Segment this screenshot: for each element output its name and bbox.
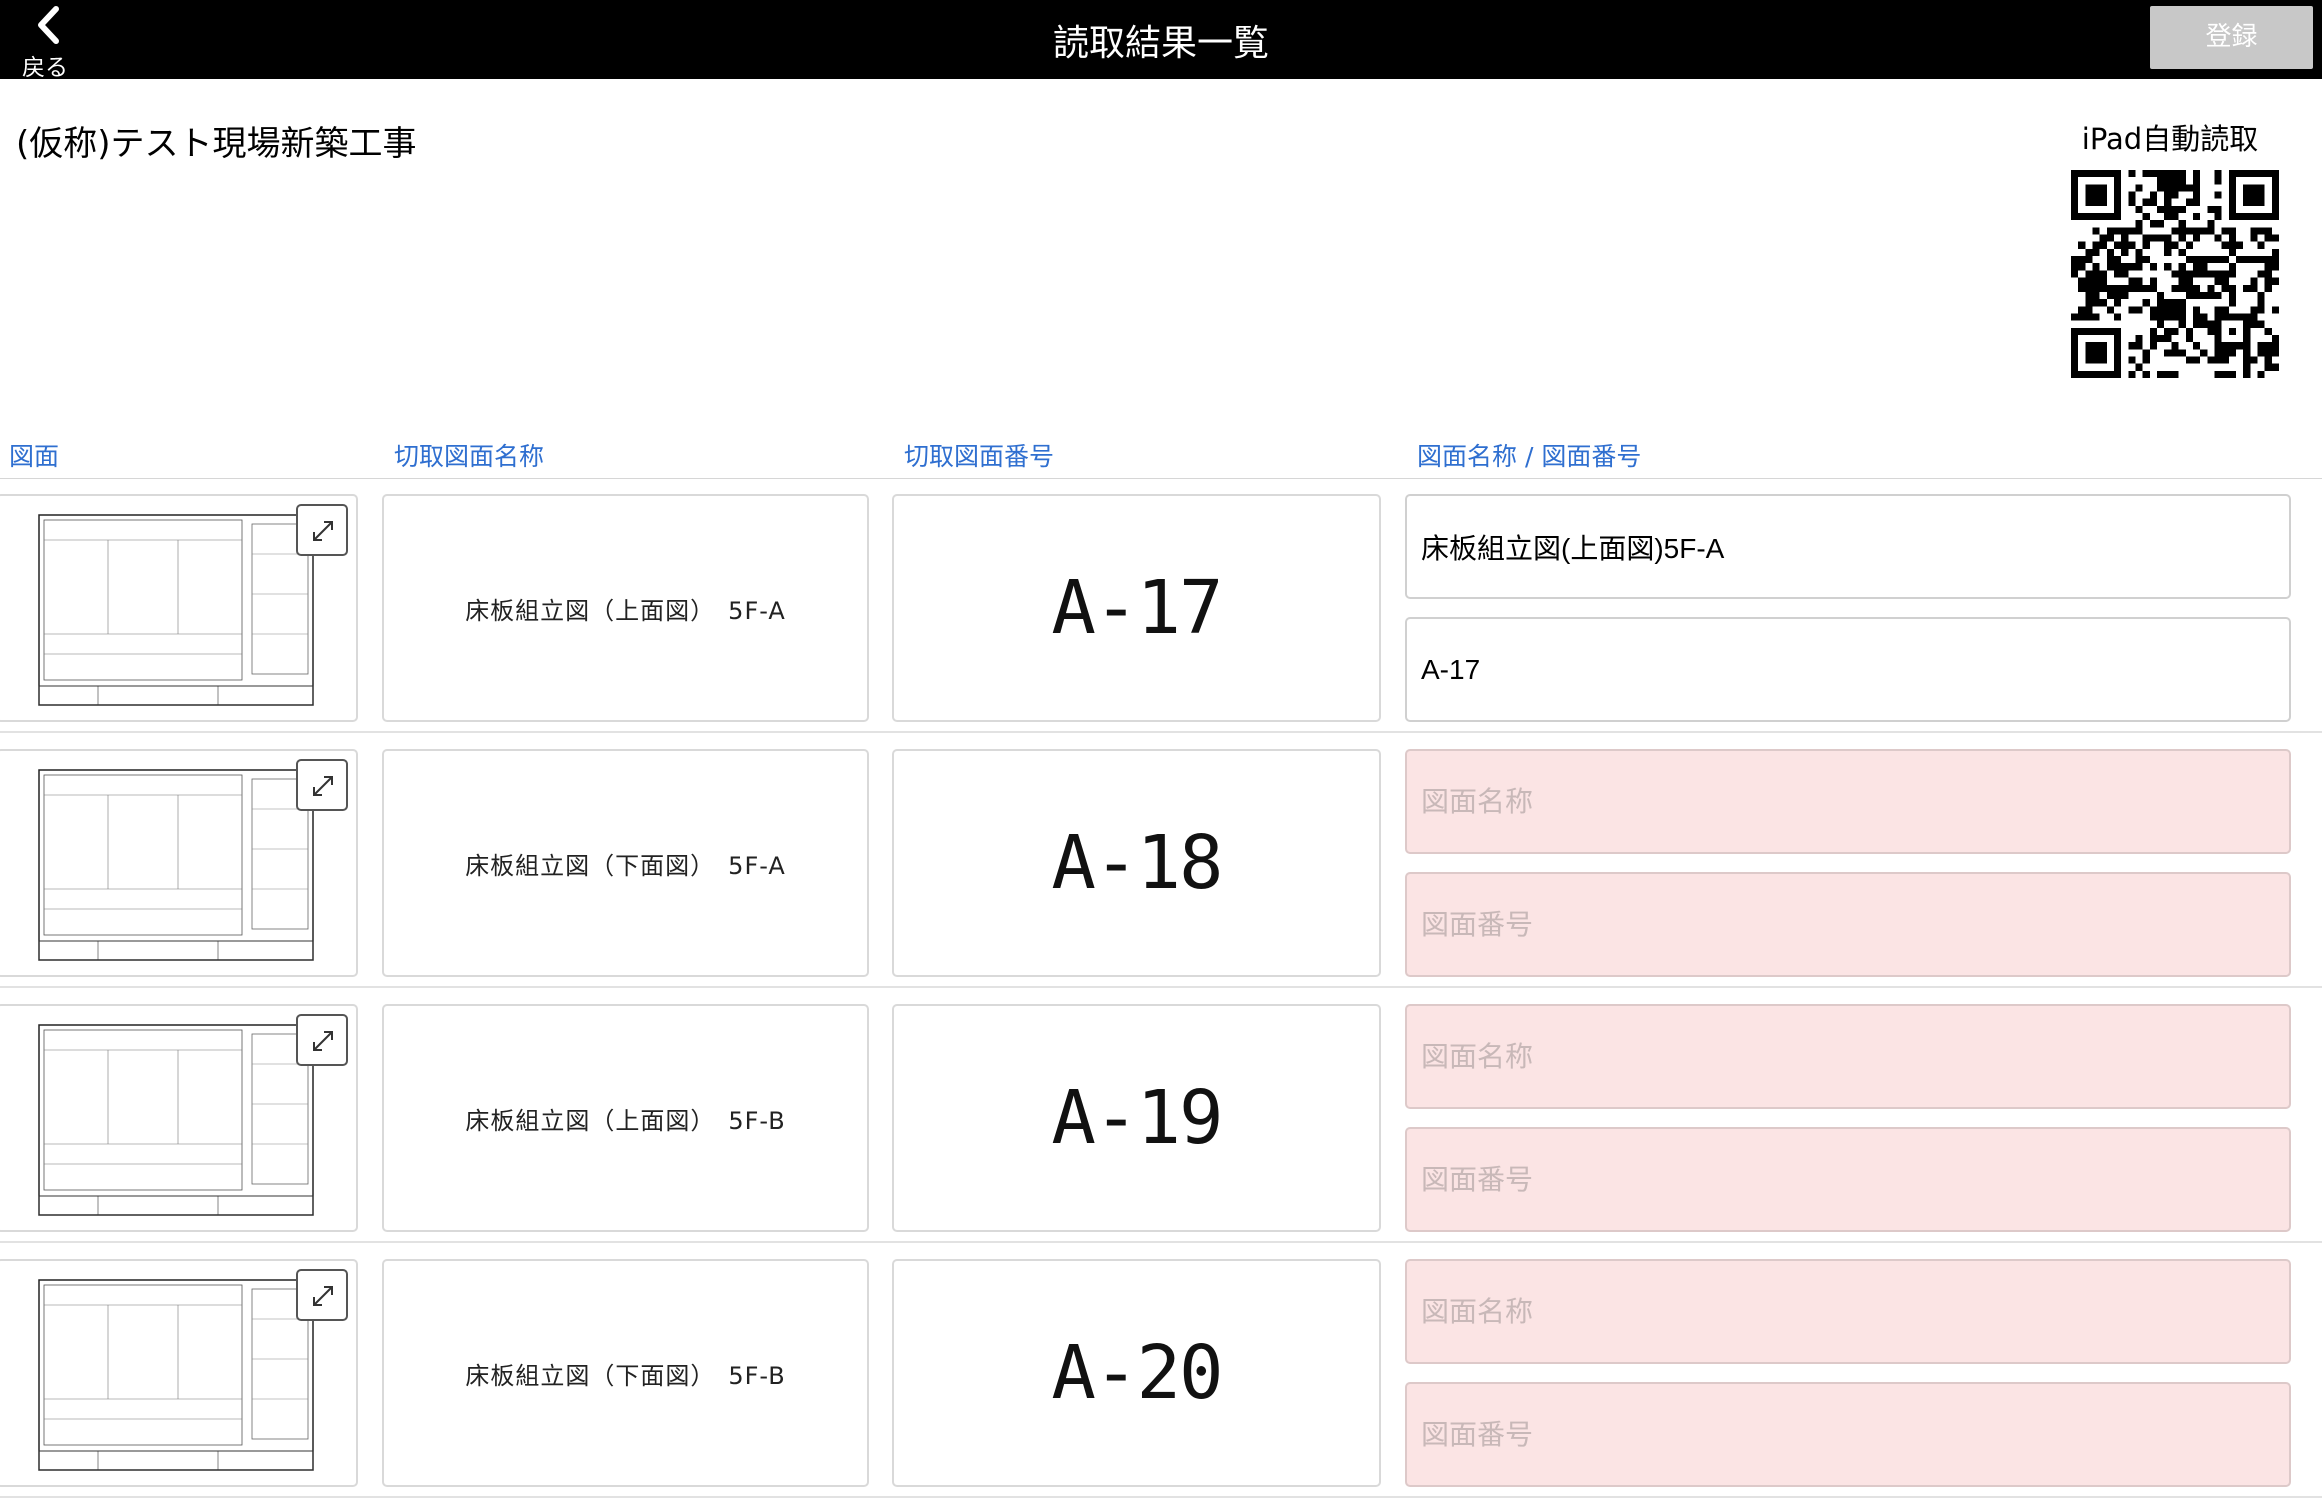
drawing-thumbnail-card[interactable] xyxy=(0,1004,358,1232)
expand-button[interactable] xyxy=(296,504,348,556)
cut-name-text: 床板組立図（下面図） 5F-B xyxy=(465,1361,786,1390)
cut-name-text: 床板組立図（上面図） 5F-A xyxy=(465,596,786,625)
cut-number-text: A-20 xyxy=(1051,1330,1223,1416)
expand-icon xyxy=(313,776,333,796)
drawing-thumbnail xyxy=(38,769,314,961)
expand-icon xyxy=(313,1286,333,1306)
cut-number-card: A-18 xyxy=(892,749,1381,977)
drawing-thumbnail xyxy=(38,1279,314,1471)
cut-number-text: A-19 xyxy=(1051,1075,1223,1161)
row-divider xyxy=(0,986,2322,988)
cut-name-card: 床板組立図（下面図） 5F-B xyxy=(382,1259,869,1487)
expand-button[interactable] xyxy=(296,1269,348,1321)
drawing-name-field[interactable] xyxy=(1405,749,2291,854)
qr-title: iPad自動読取 xyxy=(2081,122,2259,156)
expand-icon xyxy=(313,521,333,541)
drawing-thumbnail-card[interactable] xyxy=(0,494,358,722)
column-header-cut-number: 切取図面番号 xyxy=(904,442,1055,471)
drawing-thumbnail xyxy=(38,514,314,706)
cut-name-text: 床板組立図（上面図） 5F-B xyxy=(465,1106,786,1135)
column-header-cut-name: 切取図面名称 xyxy=(394,442,545,471)
qr-code[interactable] xyxy=(2071,170,2279,378)
cut-number-text: A-18 xyxy=(1051,820,1223,906)
expand-icon xyxy=(313,1031,333,1051)
expand-button[interactable] xyxy=(296,759,348,811)
drawing-thumbnail-card[interactable] xyxy=(0,1259,358,1487)
register-button[interactable]: 登録 xyxy=(2150,6,2313,69)
drawing-thumbnail-card[interactable] xyxy=(0,749,358,977)
cut-number-card: A-20 xyxy=(892,1259,1381,1487)
row-divider xyxy=(0,1241,2322,1243)
cut-number-card: A-19 xyxy=(892,1004,1381,1232)
drawing-name-field[interactable] xyxy=(1405,494,2291,599)
page-title: 読取結果一覧 xyxy=(1052,23,1269,64)
expand-button[interactable] xyxy=(296,1014,348,1066)
top-bar: 戻る 読取結果一覧 登録 xyxy=(0,0,2322,81)
drawing-number-field[interactable] xyxy=(1405,1382,2291,1487)
result-row: 床板組立図（上面図） 5F-B A-19 xyxy=(0,989,2322,1243)
result-row: 床板組立図（下面図） 5F-A A-18 xyxy=(0,734,2322,988)
cut-number-text: A-17 xyxy=(1051,565,1223,651)
cut-name-text: 床板組立図（下面図） 5F-A xyxy=(465,851,786,880)
column-header-name-number: 図面名称 / 図面番号 xyxy=(1417,442,1642,471)
drawing-thumbnail xyxy=(38,1024,314,1216)
result-row: 床板組立図（上面図） 5F-A A-17 xyxy=(0,479,2322,733)
cut-number-card: A-17 xyxy=(892,494,1381,722)
drawing-number-field[interactable] xyxy=(1405,872,2291,977)
cut-name-card: 床板組立図（上面図） 5F-A xyxy=(382,494,869,722)
drawing-number-field[interactable] xyxy=(1405,617,2291,722)
column-header-drawing: 図面 xyxy=(9,442,60,471)
cut-name-card: 床板組立図（下面図） 5F-A xyxy=(382,749,869,977)
drawing-name-field[interactable] xyxy=(1405,1259,2291,1364)
row-divider xyxy=(0,731,2322,733)
result-row: 床板組立図（下面図） 5F-B A-20 xyxy=(0,1244,2322,1498)
drawing-number-field[interactable] xyxy=(1405,1127,2291,1232)
project-name: (仮称)テスト現場新築工事 xyxy=(16,124,417,164)
drawing-name-field[interactable] xyxy=(1405,1004,2291,1109)
cut-name-card: 床板組立図（上面図） 5F-B xyxy=(382,1004,869,1232)
